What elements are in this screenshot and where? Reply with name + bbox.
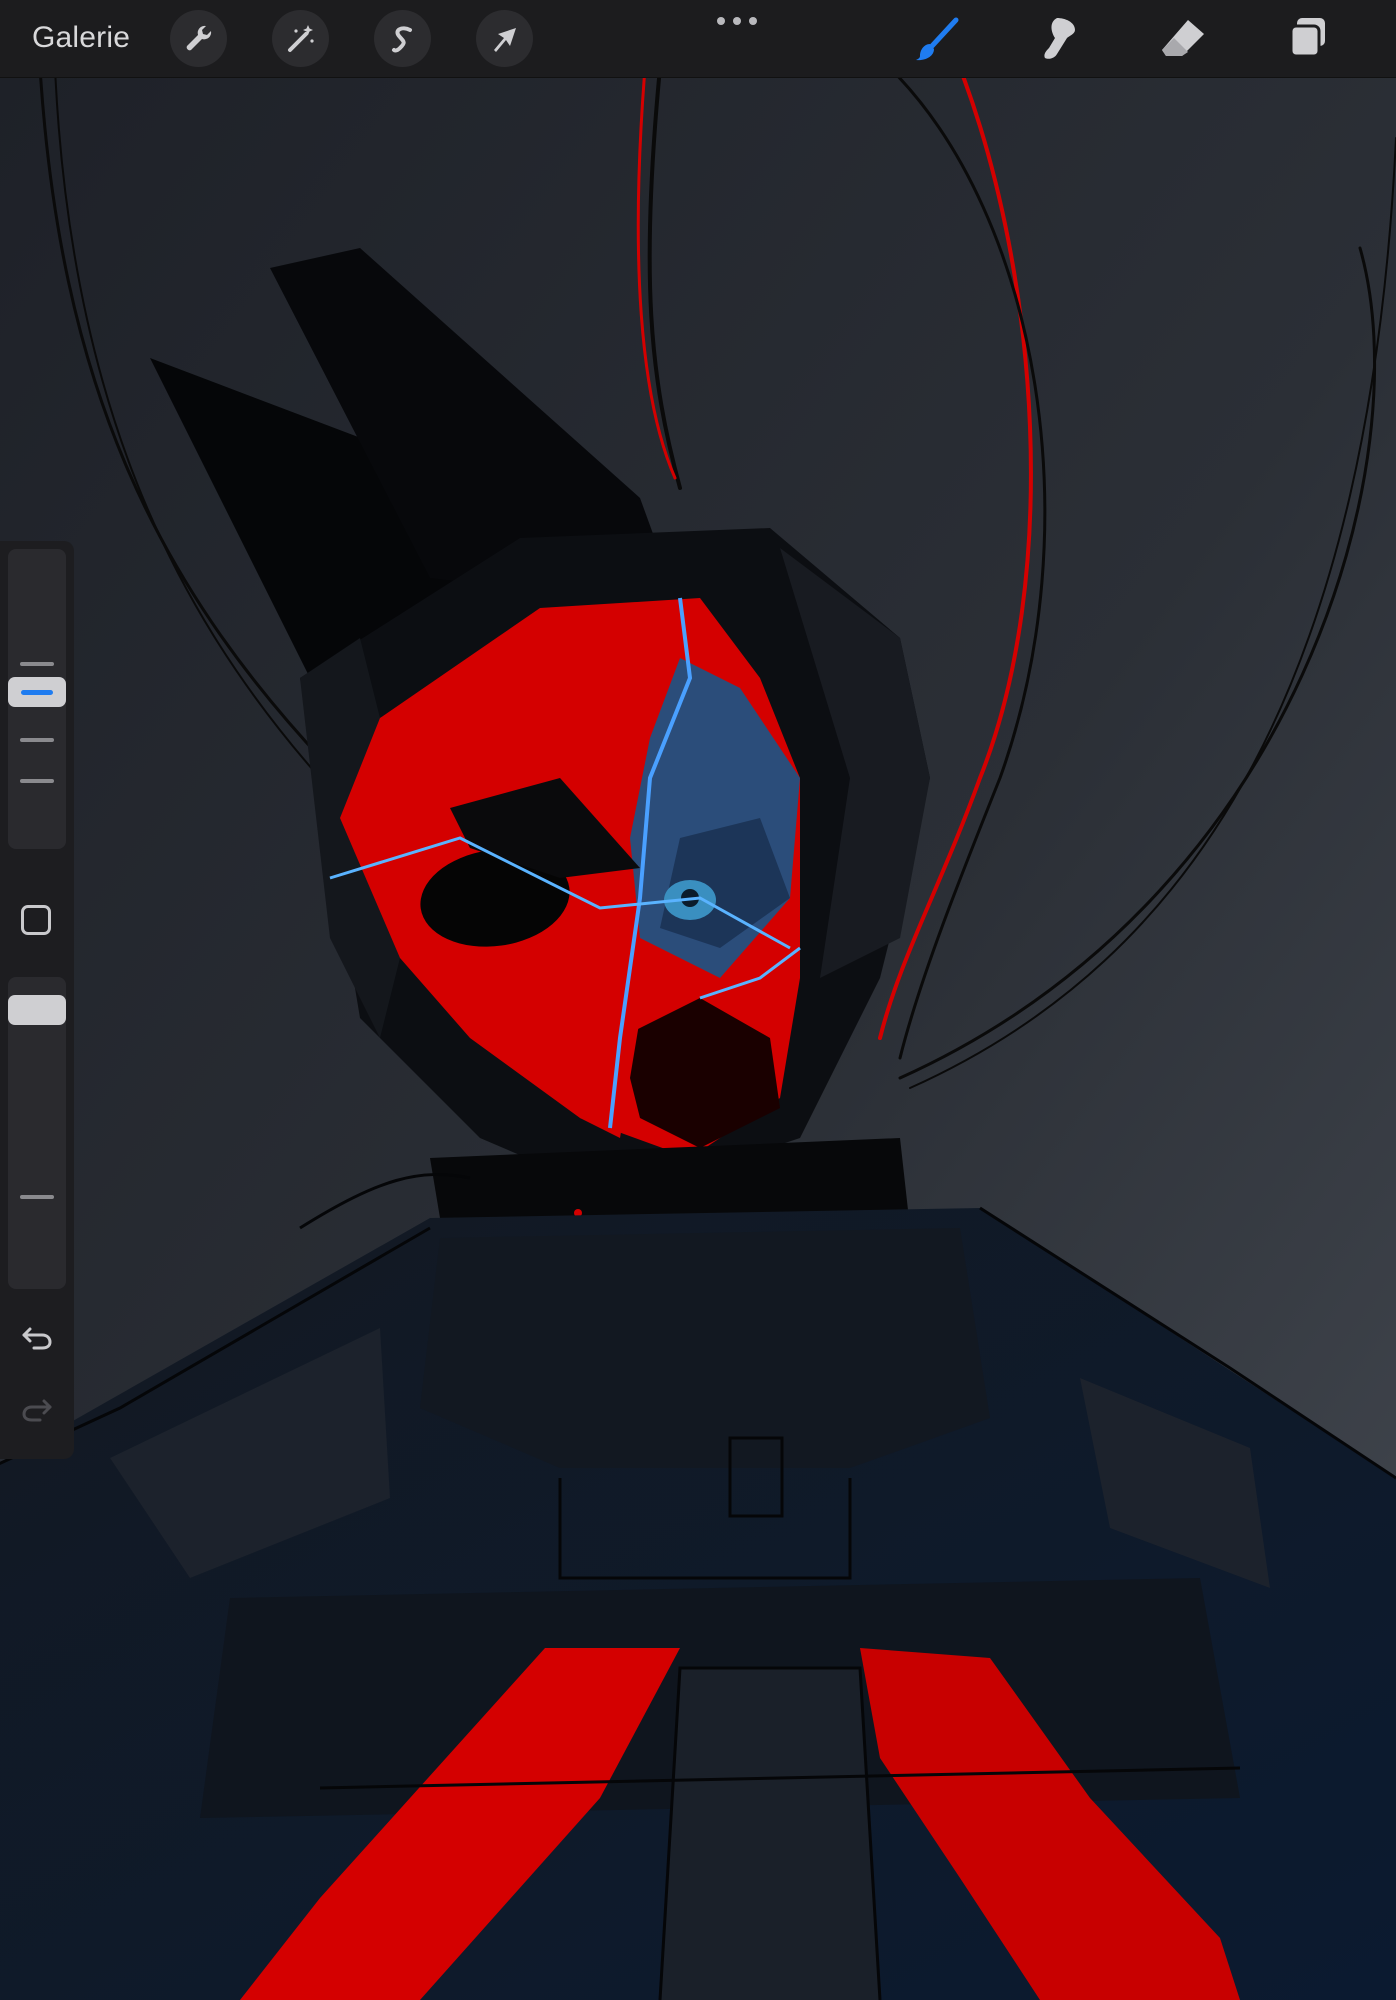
magic-wand-icon [287, 24, 314, 52]
wrench-icon [186, 25, 211, 50]
undo-icon [22, 1327, 52, 1350]
brush-icon [916, 17, 959, 61]
brush-size-thumb[interactable] [8, 677, 66, 707]
eraser-tool-button[interactable] [1155, 12, 1211, 66]
smudge-tool-button[interactable] [1032, 12, 1088, 66]
eraser-icon [1162, 20, 1204, 56]
artwork [0, 78, 1396, 2000]
slider-tick [20, 738, 54, 742]
slider-tick [20, 1195, 54, 1199]
modify-button[interactable] [21, 905, 51, 935]
left-sidebar [0, 541, 74, 1459]
brush-opacity-thumb[interactable] [8, 995, 66, 1025]
center-panel [660, 1668, 880, 2000]
selection-button[interactable] [374, 10, 431, 67]
gallery-button[interactable]: Galerie [32, 18, 130, 58]
ellipsis-icon[interactable] [717, 14, 757, 28]
procreate-app: Galerie [0, 0, 1396, 2000]
layers-icon [1289, 18, 1325, 58]
selection-s-icon [391, 25, 412, 52]
undo-button[interactable] [18, 1317, 56, 1355]
slider-tick [20, 779, 54, 783]
smudge-icon [1044, 18, 1075, 59]
redo-button[interactable] [18, 1389, 56, 1427]
layers-button[interactable] [1280, 12, 1336, 66]
adjustments-button[interactable] [272, 10, 329, 67]
brush-tool-button[interactable] [909, 12, 965, 66]
transform-button[interactable] [476, 10, 533, 67]
top-toolbar: Galerie [0, 0, 1396, 78]
redo-icon [22, 1399, 52, 1422]
drawing-canvas[interactable] [0, 78, 1396, 2000]
slider-tick [20, 662, 54, 666]
arrow-cursor-icon [493, 27, 516, 52]
actions-button[interactable] [170, 10, 227, 67]
